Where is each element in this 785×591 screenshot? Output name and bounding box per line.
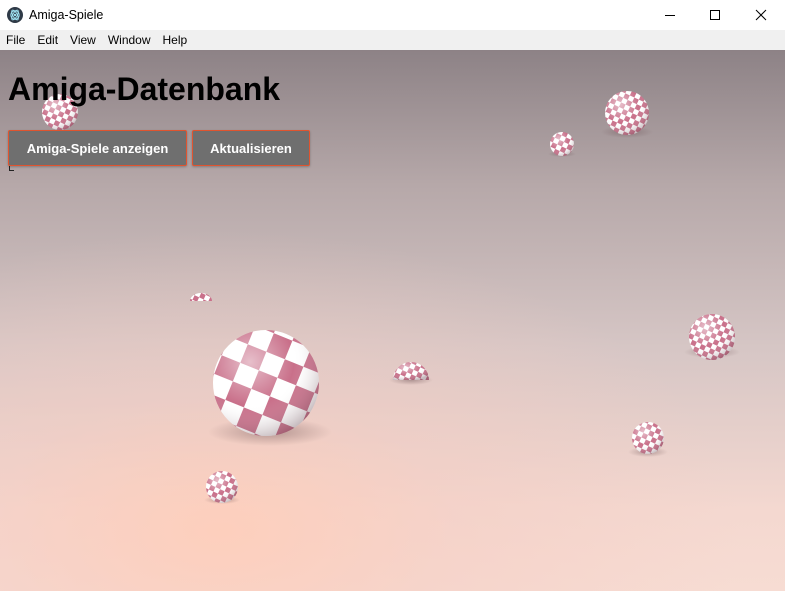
minimize-button[interactable] (647, 0, 693, 30)
show-games-button[interactable]: Amiga-Spiele anzeigen (8, 130, 187, 166)
menu-edit[interactable]: Edit (31, 30, 64, 50)
window-title: Amiga-Spiele (29, 8, 104, 22)
content-area: Amiga-Datenbank Amiga-Spiele anzeigen Ak… (0, 50, 785, 591)
close-button[interactable] (738, 0, 784, 30)
menu-view[interactable]: View (64, 30, 102, 50)
maximize-icon (710, 10, 720, 20)
refresh-button[interactable]: Aktualisieren (192, 130, 310, 166)
boing-ball-right (689, 314, 735, 360)
boing-ball-center-half (393, 362, 429, 380)
boing-ball-lower-right (632, 422, 664, 454)
close-icon (755, 9, 767, 21)
menu-help[interactable]: Help (157, 30, 194, 50)
title-bar[interactable]: Amiga-Spiele (0, 0, 785, 30)
resize-marker (9, 166, 14, 171)
menu-file[interactable]: File (0, 30, 31, 50)
boing-ball-bottom (206, 471, 238, 503)
page-title: Amiga-Datenbank (8, 71, 281, 107)
boing-ball-top-right (605, 91, 649, 135)
boing-ball-small-top (550, 132, 574, 156)
menu-bar: File Edit View Window Help (0, 30, 785, 50)
app-logo-icon (7, 7, 23, 23)
app-window: Amiga-Spiele File Edit View Window Help (0, 0, 785, 591)
boing-ball-tiny-half (190, 293, 212, 301)
maximize-button[interactable] (692, 0, 738, 30)
boing-ball-large (213, 330, 319, 436)
menu-window[interactable]: Window (102, 30, 157, 50)
minimize-icon (665, 15, 675, 16)
